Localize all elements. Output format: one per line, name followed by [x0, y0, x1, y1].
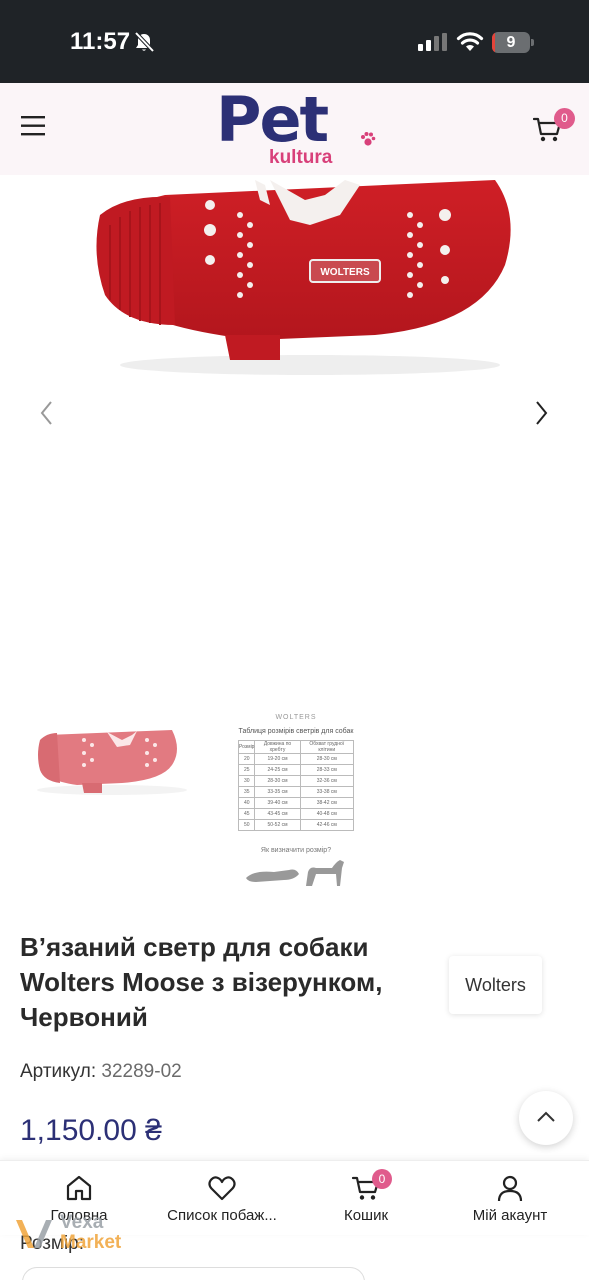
- table-cell: 24-25 см: [254, 764, 301, 776]
- paw-icon: [361, 132, 376, 146]
- table-cell: 19-20 см: [254, 753, 301, 765]
- size-chart-table: Розмір Довжина по хребту Обхват грудної …: [237, 740, 355, 831]
- watermark-logo: Vexa Market: [14, 1208, 144, 1258]
- table-cell: 50: [237, 819, 256, 831]
- table-cell: 35: [237, 786, 256, 798]
- site-logo[interactable]: Pet kultura: [212, 83, 382, 169]
- table-cell: 45: [237, 808, 256, 820]
- dog-silhouettes-icon: [246, 860, 344, 886]
- table-cell: 32-36 см: [299, 775, 355, 787]
- table-cell: 50-52 см: [254, 819, 301, 831]
- sku-label: Артикул:: [20, 1061, 97, 1082]
- table-row: 30 28-30 см 32-36 см: [237, 775, 355, 787]
- home-icon: [66, 1175, 92, 1201]
- product-title-line: Червоний: [20, 1002, 148, 1032]
- size-chart-question: Як визначити розмір?: [260, 847, 332, 854]
- table-row: 20 19-20 см 28-30 см: [237, 753, 355, 765]
- table-cell: 33-38 см: [299, 786, 355, 798]
- header-cart-button[interactable]: 0: [533, 108, 579, 150]
- product-main-image[interactable]: WOLTERS: [95, 175, 520, 375]
- table-cell: 40-48 см: [299, 808, 355, 820]
- watermark-v-icon: [16, 1220, 52, 1248]
- thumbnail-sweater[interactable]: [22, 705, 197, 815]
- table-row: 40 39-40 см 38-42 см: [237, 797, 355, 809]
- table-row: 45 43-45 см 40-48 см: [237, 808, 355, 820]
- table-cell: Довжина по хребту: [254, 740, 301, 754]
- table-row: 25 24-25 см 28-33 см: [237, 764, 355, 776]
- wifi-icon: [456, 32, 484, 51]
- logo-text: Pet: [216, 83, 329, 156]
- sku-value: 32289-02: [101, 1061, 182, 1082]
- table-cell: 20: [237, 753, 256, 765]
- nav-item-wishlist[interactable]: Список побаж...: [160, 1161, 284, 1236]
- table-cell: 42-46 см: [299, 819, 355, 831]
- product-title: В’язаний светр для собаки Wolters Moose …: [20, 930, 440, 1035]
- battery-level: 9: [506, 34, 516, 51]
- table-cell: 38-42 см: [299, 797, 355, 809]
- sku-row: Артикул: 32289-02: [20, 1061, 182, 1083]
- size-chart-title: Таблиця розмірів светрів для собак: [238, 728, 354, 735]
- table-row: 35 33-35 см 33-38 см: [237, 786, 355, 798]
- table-cell: 43-45 см: [254, 808, 301, 820]
- nav-label: Список побаж...: [167, 1207, 277, 1224]
- site-header: Pet kultura 0: [0, 83, 589, 175]
- table-row: Розмір Довжина по хребту Обхват грудної …: [237, 740, 355, 754]
- gallery-next-arrow[interactable]: [531, 399, 553, 427]
- heart-icon: [208, 1176, 236, 1201]
- product-title-block: В’язаний светр для собаки Wolters Moose …: [20, 930, 440, 1035]
- sweater-tag-text: WOLTERS: [320, 267, 370, 278]
- table-cell: Розмір: [237, 740, 256, 754]
- cart-count-badge: 0: [372, 1169, 392, 1189]
- thumbnail-size-chart[interactable]: WOLTERS Таблиця розмірів светрів для соб…: [226, 710, 366, 900]
- chevron-up-icon: [537, 1111, 555, 1122]
- table-cell: 28-33 см: [299, 764, 355, 776]
- battery-indicator: 9: [492, 32, 534, 53]
- status-time: 11:57: [70, 28, 131, 55]
- product-price: 1,150.00 ₴: [20, 1114, 162, 1147]
- product-title-line: Wolters Moose з візерунком,: [20, 967, 383, 997]
- product-title-line: В’язаний светр для собаки: [20, 932, 369, 962]
- thumbnail-strip: WOLTERS Таблиця розмірів светрів для соб…: [0, 705, 589, 900]
- signal-icon: [418, 33, 447, 51]
- status-bar: 11:57 9: [0, 0, 589, 83]
- brand-link[interactable]: Wolters: [449, 956, 542, 1014]
- scroll-to-top-button[interactable]: [519, 1091, 573, 1145]
- menu-icon[interactable]: [21, 115, 47, 137]
- user-icon: [497, 1175, 523, 1202]
- nav-label: Мій акаунт: [472, 1207, 548, 1224]
- watermark-text: Market: [60, 1232, 122, 1253]
- size-select[interactable]: [22, 1267, 365, 1280]
- product-gallery: WOLTERS: [0, 175, 589, 695]
- cart-count-badge: 0: [554, 108, 575, 129]
- table-cell: 40: [237, 797, 256, 809]
- size-chart-brand: WOLTERS: [275, 714, 317, 721]
- table-cell: 30: [237, 775, 256, 787]
- logo-subtext: kultura: [269, 147, 333, 168]
- nav-item-cart[interactable]: 0 Кошик: [316, 1161, 416, 1236]
- table-cell: 33-35 см: [254, 786, 301, 798]
- nav-item-account[interactable]: Мій акаунт: [460, 1161, 560, 1236]
- table-cell: 28-30 см: [254, 775, 301, 787]
- watermark-text: Vexa: [60, 1212, 104, 1233]
- nav-label: Кошик: [343, 1207, 389, 1224]
- table-cell: 28-30 см: [299, 753, 355, 765]
- gallery-prev-arrow[interactable]: [36, 399, 58, 427]
- bell-muted-icon: [134, 31, 155, 53]
- table-cell: 25: [237, 764, 256, 776]
- table-cell: 39-40 см: [254, 797, 301, 809]
- table-cell: Обхват грудної клітини: [299, 740, 355, 754]
- table-row: 50 50-52 см 42-46 см: [237, 819, 355, 831]
